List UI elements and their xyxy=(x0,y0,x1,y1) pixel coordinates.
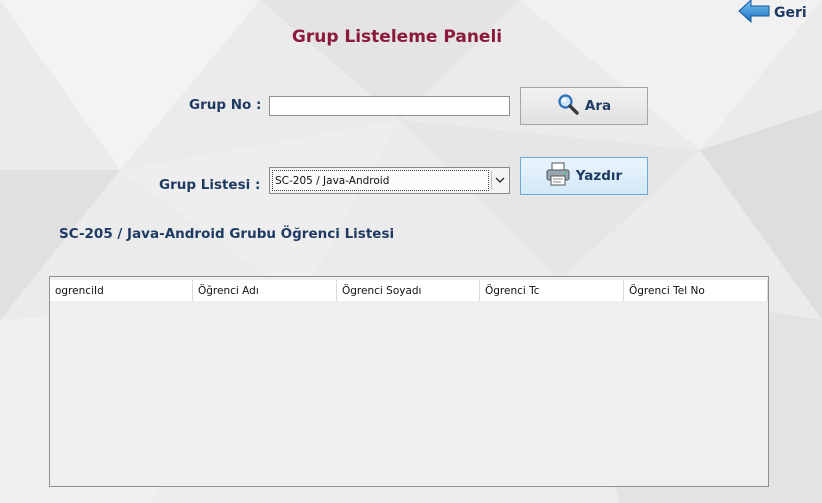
printer-icon xyxy=(546,162,570,190)
arrow-left-icon xyxy=(738,0,770,27)
group-list-select[interactable]: SC-205 / Java-Android xyxy=(269,167,510,194)
page-title: Grup Listeleme Paneli xyxy=(291,27,503,47)
column-header-ogrenci-id[interactable]: ogrenciId xyxy=(50,280,193,301)
student-grid[interactable]: ogrenciId Öğrenci Adı Ögrenci Soyadı Ögr… xyxy=(49,276,769,487)
chevron-down-icon[interactable] xyxy=(491,171,507,190)
column-header-ogrenci-tc[interactable]: Ögrenci Tc xyxy=(480,280,624,301)
search-button[interactable]: Ara xyxy=(520,87,648,125)
group-no-label: Grup No : xyxy=(189,97,262,113)
column-header-ogrenci-soyadi[interactable]: Ögrenci Soyadı xyxy=(337,280,480,301)
back-label: Geri xyxy=(774,5,807,21)
group-list-label: Grup Listesi : xyxy=(159,177,261,193)
grid-header: ogrenciId Öğrenci Adı Ögrenci Soyadı Ögr… xyxy=(50,280,768,301)
column-header-ogrenci-tel-no[interactable]: Ögrenci Tel No xyxy=(624,280,768,301)
magnifier-icon xyxy=(557,93,579,119)
group-no-input[interactable] xyxy=(269,96,510,116)
group-list-selected: SC-205 / Java-Android xyxy=(272,170,489,191)
student-list-title: SC-205 / Java-Android Grubu Öğrenci List… xyxy=(59,226,395,242)
column-header-ogrenci-adi[interactable]: Öğrenci Adı xyxy=(193,280,337,301)
search-button-label: Ara xyxy=(584,98,612,114)
print-button-label: Yazdır xyxy=(575,168,623,184)
back-button[interactable]: Geri xyxy=(738,0,822,26)
print-button[interactable]: Yazdır xyxy=(520,157,648,195)
